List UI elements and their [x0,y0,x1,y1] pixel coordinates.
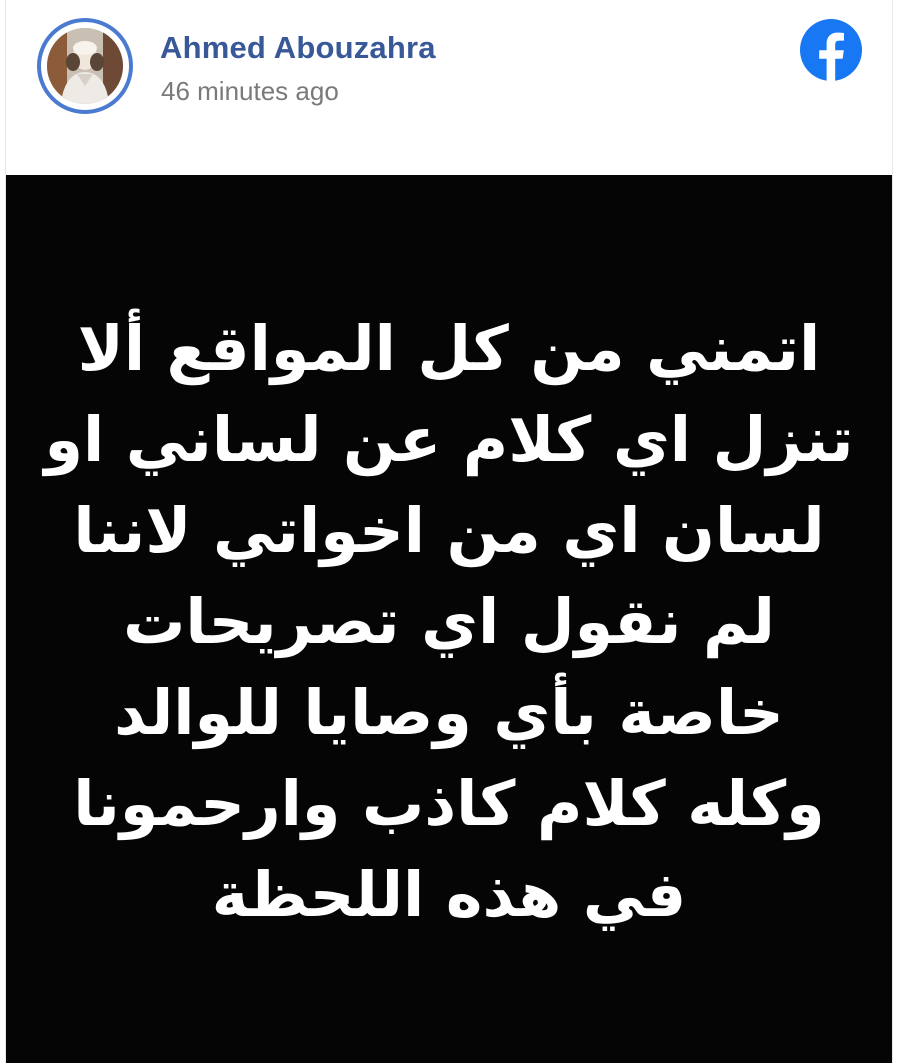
avatar-image [47,28,123,104]
card-border [892,0,893,1063]
avatar[interactable] [37,18,133,114]
facebook-icon[interactable] [799,18,863,82]
post-image-text: اتمني من كل المواقع ألا تنزل اي كلام عن … [44,312,854,931]
profile-photo [47,28,123,104]
post-timestamp[interactable]: 46 minutes ago [161,76,339,107]
post-image[interactable]: اتمني من كل المواقع ألا تنزل اي كلام عن … [6,175,892,1063]
post-header: Ahmed Abouzahra 46 minutes ago [6,0,892,172]
author-name[interactable]: Ahmed Abouzahra [160,30,436,66]
post-card: Ahmed Abouzahra 46 minutes ago اتمني من … [0,0,923,1063]
